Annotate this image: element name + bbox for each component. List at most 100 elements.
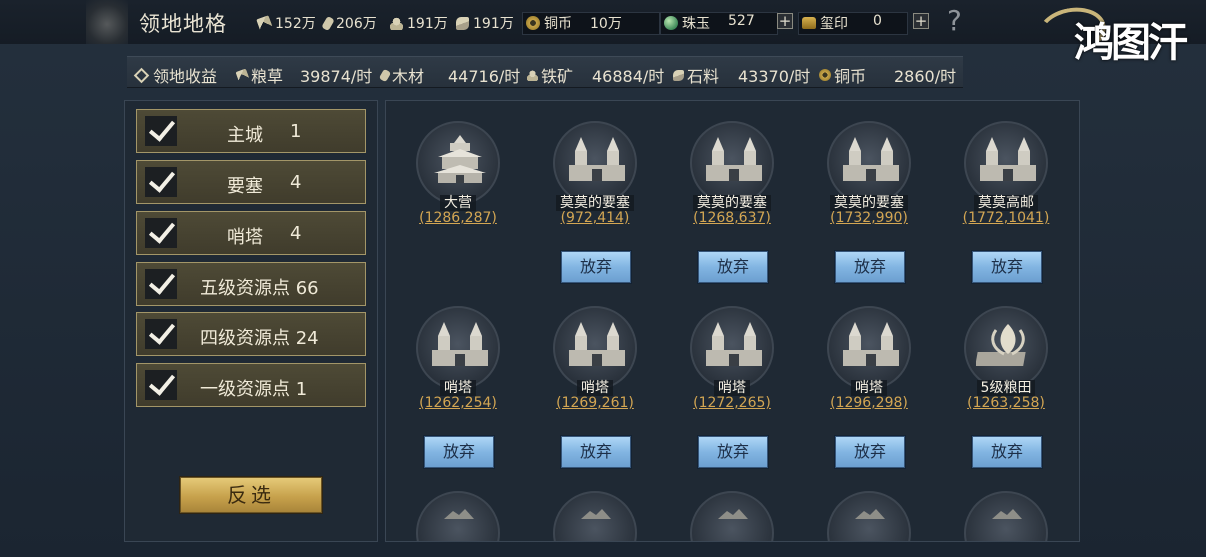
checkbox-icon[interactable]	[145, 269, 177, 299]
abandon-button[interactable]: 放弃	[698, 251, 768, 283]
filter-label: 哨塔	[227, 227, 263, 248]
partial-tile-icon[interactable]	[416, 491, 500, 541]
seal-currency: 玺印	[802, 13, 848, 33]
abandon-button[interactable]: 放弃	[835, 436, 905, 468]
income-stone: 石料	[673, 63, 719, 87]
income-title-label: 领地收益	[153, 67, 218, 86]
help-button[interactable]: ?	[947, 4, 962, 37]
tile-coordinate-link[interactable]: (972,414)	[539, 210, 651, 226]
income-copper-value: 2860/时	[894, 67, 957, 86]
filter-level5-resource[interactable]: 五级资源点 66	[136, 262, 366, 306]
grain-icon	[256, 14, 273, 32]
tile-name-text: 莫莫的要塞	[556, 195, 634, 211]
income-grain-label: 粮草	[251, 67, 284, 86]
tile-name: 哨塔	[813, 377, 925, 397]
abandon-button[interactable]: 放弃	[561, 436, 631, 468]
jade-currency: 珠玉	[664, 13, 710, 33]
tile-coordinate-link[interactable]: (1272,265)	[676, 395, 788, 411]
copper-label: 铜币	[544, 16, 572, 32]
tile-coordinate-link[interactable]: (1296,298)	[813, 395, 925, 411]
tile-name-text: 莫莫高邮	[974, 195, 1038, 211]
abandon-button[interactable]: 放弃	[835, 251, 905, 283]
iron-icon	[527, 69, 538, 81]
tile-name: 哨塔	[402, 377, 514, 397]
stone-icon	[456, 16, 469, 30]
checkbox-icon[interactable]	[145, 370, 177, 400]
back-emblem-icon[interactable]	[86, 0, 128, 44]
filter-main-city[interactable]: 主城 1	[136, 109, 366, 153]
tile-name-text: 哨塔	[714, 380, 750, 396]
seal-icon	[802, 17, 816, 29]
tile-coordinate-link[interactable]: (1262,254)	[402, 395, 514, 411]
income-stone-value: 43370/时	[738, 67, 811, 86]
iron-icon	[390, 16, 403, 30]
tile-grid: 大营 (1286,287) 莫莫的要塞 (972,414) 放弃 莫莫的要塞 (…	[385, 100, 1080, 542]
logo-text: 鸿图汗	[1074, 19, 1188, 66]
checkbox-icon[interactable]	[145, 319, 177, 349]
add-jade-button[interactable]: +	[777, 13, 793, 29]
income-grain: 粮草	[235, 63, 284, 87]
partial-tile-icon[interactable]	[690, 491, 774, 541]
income-stone-label: 石料	[687, 67, 720, 86]
income-iron-value: 46884/时	[592, 67, 665, 86]
copper-amount: 10万	[590, 16, 622, 32]
filter-count: 1	[290, 121, 302, 142]
seal-amount: 0	[873, 13, 882, 29]
tile-name: 莫莫的要塞	[676, 192, 788, 212]
stone-resource: 191万	[456, 13, 514, 33]
filter-level1-resource[interactable]: 一级资源点 1	[136, 363, 366, 407]
tile-name-text: 莫莫的要塞	[830, 195, 908, 211]
filter-level4-resource[interactable]: 四级资源点 24	[136, 312, 366, 356]
jade-label: 珠玉	[682, 16, 710, 32]
grain-resource: 152万	[256, 13, 316, 33]
checkbox-icon[interactable]	[145, 218, 177, 248]
tile-coordinate-link[interactable]: (1732,990)	[813, 210, 925, 226]
filter-label: 要塞	[227, 176, 263, 197]
partial-tile-icon[interactable]	[827, 491, 911, 541]
filter-label: 一级资源点 1	[200, 379, 308, 400]
tile-coordinate-link[interactable]: (1268,637)	[676, 210, 788, 226]
wood-amount: 206万	[336, 16, 377, 32]
checkbox-icon[interactable]	[145, 116, 177, 146]
checkbox-icon[interactable]	[145, 167, 177, 197]
partial-tile-icon[interactable]	[553, 491, 637, 541]
partial-tile-icon[interactable]	[964, 491, 1048, 541]
tile-coordinate-link[interactable]: (1269,261)	[539, 395, 651, 411]
income-wood-label: 木材	[392, 67, 425, 86]
wood-icon	[378, 68, 392, 82]
filter-count: 4	[290, 223, 302, 244]
tile-name: 哨塔	[539, 377, 651, 397]
abandon-button[interactable]: 放弃	[561, 251, 631, 283]
stone-icon	[673, 69, 684, 81]
filter-watchtower[interactable]: 哨塔 4	[136, 211, 366, 255]
tile-name: 莫莫高邮	[950, 192, 1062, 212]
tile-name: 莫莫的要塞	[539, 192, 651, 212]
tile-coordinate-link[interactable]: (1263,258)	[950, 395, 1062, 411]
add-seal-button[interactable]: +	[913, 13, 929, 29]
abandon-button[interactable]: 放弃	[698, 436, 768, 468]
invert-selection-button[interactable]: 反选	[180, 477, 322, 513]
tile-coordinate-link[interactable]: (1772,1041)	[950, 210, 1062, 226]
page-title: 领地地格	[139, 12, 227, 36]
abandon-button[interactable]: 放弃	[972, 436, 1042, 468]
stone-amount: 191万	[473, 16, 514, 32]
iron-amount: 191万	[407, 16, 448, 32]
abandon-button[interactable]: 放弃	[972, 251, 1042, 283]
jade-icon	[664, 16, 678, 30]
income-copper: 铜币	[819, 63, 866, 87]
income-wood-value: 44716/时	[448, 67, 521, 86]
filter-fortress[interactable]: 要塞 4	[136, 160, 366, 204]
tile-name-text: 哨塔	[440, 380, 476, 396]
game-logo: 鸿图汗	[1034, 2, 1200, 86]
tile-name-text: 莫莫的要塞	[693, 195, 771, 211]
territory-income-bar: 领地收益 粮草 39874/时 木材 44716/时 铁矿 46884/时 石料…	[127, 56, 963, 88]
copper-currency: 铜币	[526, 13, 572, 33]
tile-coordinate-link[interactable]: (1286,287)	[402, 210, 514, 226]
grain-amount: 152万	[275, 16, 316, 32]
tile-name: 5级粮田	[950, 377, 1062, 397]
tile-name: 大营	[402, 192, 514, 212]
top-bar: 领地地格 152万 206万 191万 191万 铜币 10万 珠玉 527 +…	[0, 0, 1206, 44]
filter-count: 4	[290, 172, 302, 193]
income-grain-value: 39874/时	[300, 67, 373, 86]
abandon-button[interactable]: 放弃	[424, 436, 494, 468]
